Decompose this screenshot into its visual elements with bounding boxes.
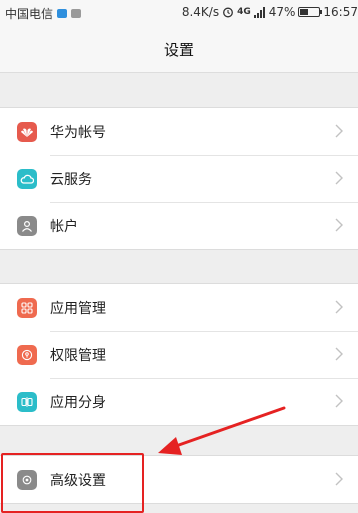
clock: 16:57 <box>323 5 358 19</box>
battery-icon <box>298 7 323 17</box>
page-title: 设置 <box>163 40 194 59</box>
shield-icon <box>17 344 37 365</box>
twin-app-icon <box>17 391 37 412</box>
settings-group-apps: 应用管理 权限管理 应用分身 <box>0 283 358 426</box>
page-header: 设置 <box>0 26 358 73</box>
notification-icon <box>57 9 68 18</box>
row-divider <box>50 378 358 379</box>
settings-group-account: 华为帐号 云服务 帐户 <box>0 107 358 250</box>
chevron-right-icon <box>335 124 343 138</box>
carrier-label: 中国电信 <box>5 7 54 21</box>
settings-item-huawei-account[interactable]: 华为帐号 <box>0 108 358 155</box>
settings-item-app-twin[interactable]: 应用分身 <box>0 378 358 425</box>
signal-icon <box>253 6 265 18</box>
network-type: 4G <box>237 7 251 17</box>
row-divider <box>50 155 358 156</box>
user-icon <box>17 215 37 236</box>
alarm-icon <box>223 7 234 18</box>
image-notification-icon <box>71 9 82 18</box>
row-divider <box>50 202 358 203</box>
item-label: 云服务 <box>50 171 92 188</box>
chevron-right-icon <box>335 347 343 361</box>
settings-item-cloud-service[interactable]: 云服务 <box>0 155 358 202</box>
annotation-highlight-box <box>1 453 144 513</box>
battery-percent: 47% <box>268 5 296 19</box>
chevron-right-icon <box>335 218 343 232</box>
chevron-right-icon <box>335 394 343 408</box>
settings-item-app-management[interactable]: 应用管理 <box>0 284 358 331</box>
settings-item-accounts[interactable]: 帐户 <box>0 202 358 249</box>
chevron-right-icon <box>335 171 343 185</box>
cloud-icon <box>17 168 37 189</box>
row-divider <box>50 331 358 332</box>
item-label: 权限管理 <box>50 347 106 364</box>
network-speed: 8.4K/s <box>181 5 220 19</box>
item-label: 应用分身 <box>50 394 106 411</box>
item-label: 应用管理 <box>50 300 106 317</box>
settings-item-permission-management[interactable]: 权限管理 <box>0 331 358 378</box>
item-label: 华为帐号 <box>50 124 106 141</box>
chevron-right-icon <box>335 472 343 486</box>
chevron-right-icon <box>335 300 343 314</box>
grid-icon <box>17 297 37 318</box>
huawei-logo-icon <box>17 121 37 142</box>
item-label: 帐户 <box>50 218 78 235</box>
status-bar: 中国电信 8.4K/s 4G 47% 16:57 <box>0 0 358 26</box>
